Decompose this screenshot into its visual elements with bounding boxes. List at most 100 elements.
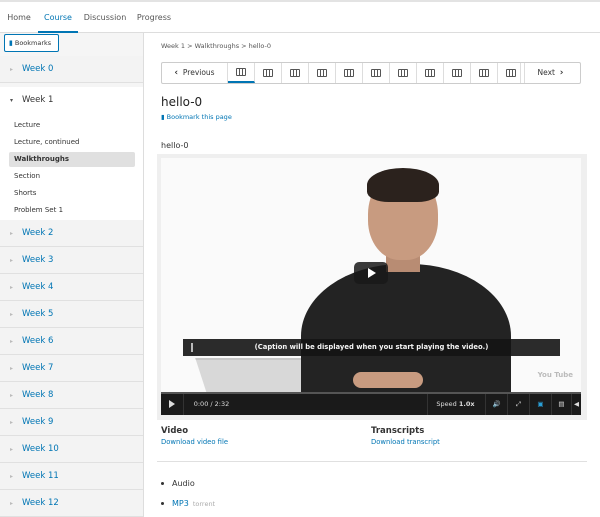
play-icon — [169, 400, 175, 408]
torrent-link[interactable]: torrent — [193, 500, 215, 508]
caption-box: (Caption will be displayed when you star… — [183, 339, 560, 356]
sequence-item-8[interactable] — [417, 63, 444, 83]
sidebar-item-week-4[interactable]: ▸ Week 4 — [0, 274, 143, 301]
chevron-right-icon: ▸ — [10, 392, 14, 399]
divider — [157, 461, 587, 462]
mp3-link[interactable]: MP3 — [172, 499, 189, 508]
sidebar-item-week-10[interactable]: ▸ Week 10 — [0, 436, 143, 463]
chevron-right-icon: ▸ — [10, 473, 14, 480]
fullscreen-icon: ⤢ — [515, 400, 522, 408]
sidebar-item-week-1[interactable]: ▾ Week 1 — [0, 87, 143, 114]
speed-button[interactable]: Speed 1.0x — [427, 394, 483, 415]
transcript-toggle-button[interactable]: ◀ — [571, 394, 581, 415]
video-frame[interactable]: (Caption will be displayed when you star… — [161, 158, 581, 392]
download-video-link[interactable]: Download video file — [161, 438, 228, 446]
sidebar-subitem-problem-set-1[interactable]: Problem Set 1 — [9, 203, 135, 218]
previous-label: Previous — [182, 68, 215, 77]
next-label: Next — [537, 68, 555, 77]
sidebar-item-week-9[interactable]: ▸ Week 9 — [0, 409, 143, 436]
download-transcript-link[interactable]: Download transcript — [371, 438, 440, 446]
caption-text: (Caption will be displayed when you star… — [254, 343, 489, 351]
youtube-watermark: You Tube — [537, 371, 573, 379]
bullet — [161, 502, 164, 505]
hd-icon: ▣ — [537, 400, 544, 408]
play-overlay-button[interactable] — [354, 262, 388, 284]
sidebar-item-week-6[interactable]: ▸ Week 6 — [0, 328, 143, 355]
breadcrumb: Week 1 > Walkthroughs > hello-0 — [161, 42, 271, 50]
next-button[interactable]: Next › — [520, 63, 580, 83]
week-label: Week 8 — [22, 390, 54, 400]
sequence-item-3[interactable] — [282, 63, 309, 83]
sidebar-item-week-7[interactable]: ▸ Week 7 — [0, 355, 143, 382]
sidebar-item-week-11[interactable]: ▸ Week 11 — [0, 463, 143, 490]
volume-icon: 🔊 — [492, 400, 501, 408]
caption-toggle-icon: ◀ — [574, 400, 579, 408]
bookmark-page-link[interactable]: ▮ Bookmark this page — [161, 113, 232, 121]
week-label: Week 6 — [22, 336, 54, 346]
sidebar-item-week-5[interactable]: ▸ Week 5 — [0, 301, 143, 328]
chevron-right-icon: ▸ — [10, 311, 14, 318]
tab-home[interactable]: Home — [0, 4, 38, 33]
sequence-item-2[interactable] — [255, 63, 282, 83]
chevron-right-icon: ▸ — [10, 338, 14, 345]
sidebar-item-week-3[interactable]: ▸ Week 3 — [0, 247, 143, 274]
chevron-right-icon: ▸ — [10, 284, 14, 291]
sidebar-item-week-2[interactable]: ▸ Week 2 — [0, 220, 143, 247]
sidebar-subitem-lecture[interactable]: Lecture — [9, 118, 135, 133]
sequence-item-4[interactable] — [309, 63, 336, 83]
speed-label: Speed — [436, 400, 457, 408]
presenter-hair — [367, 168, 439, 202]
film-icon — [344, 69, 354, 77]
play-button[interactable] — [163, 394, 181, 415]
bookmarks-label: Bookmarks — [14, 39, 52, 47]
sequence-item-10[interactable] — [471, 63, 498, 83]
volume-button[interactable]: 🔊 — [485, 394, 507, 415]
sequence-item-6[interactable] — [363, 63, 390, 83]
sequence-item-1[interactable] — [228, 63, 255, 83]
week-label: Week 3 — [22, 255, 54, 265]
sequence-item-7[interactable] — [390, 63, 417, 83]
week-label: Week 1 — [22, 95, 54, 105]
film-icon — [452, 69, 462, 77]
chevron-right-icon: ▸ — [10, 365, 14, 372]
tab-progress[interactable]: Progress — [132, 4, 176, 33]
chevron-right-icon: ▸ — [10, 230, 14, 237]
bookmark-link-label: Bookmark this page — [166, 113, 232, 121]
week-label: Week 0 — [22, 64, 54, 74]
sidebar-item-week-12[interactable]: ▸ Week 12 — [0, 490, 143, 517]
film-icon — [371, 69, 381, 77]
top-navigation: Home Course Discussion Progress — [0, 0, 600, 33]
sidebar-item-week-8[interactable]: ▸ Week 8 — [0, 382, 143, 409]
sidebar-subitem-walkthroughs[interactable]: Walkthroughs — [9, 152, 135, 167]
chevron-right-icon: ▸ — [10, 257, 14, 264]
drag-handle-icon[interactable] — [191, 343, 193, 352]
cc-button[interactable]: ▤ — [551, 394, 571, 415]
previous-button[interactable]: ‹ Previous — [162, 63, 228, 83]
bullet — [161, 482, 164, 485]
bookmarks-button[interactable]: ▮ Bookmarks — [4, 34, 59, 52]
vertical-title: hello-0 — [161, 141, 189, 150]
week-label: Week 2 — [22, 228, 54, 238]
sequence-item-9[interactable] — [444, 63, 471, 83]
week-label: Week 5 — [22, 309, 54, 319]
hd-button[interactable]: ▣ — [529, 394, 551, 415]
film-icon — [398, 69, 408, 77]
sidebar-subitem-lecture-continued[interactable]: Lecture, continued — [9, 135, 135, 150]
chevron-right-icon: ▸ — [10, 500, 14, 507]
fullscreen-button[interactable]: ⤢ — [507, 394, 529, 415]
transcripts-heading: Transcripts — [371, 426, 425, 436]
page-title: hello-0 — [161, 95, 203, 109]
tab-course[interactable]: Course — [38, 4, 78, 33]
sidebar-subitem-shorts[interactable]: Shorts — [9, 186, 135, 201]
speed-value: 1.0x — [458, 400, 475, 408]
chevron-right-icon: ▸ — [10, 66, 14, 73]
mp3-list-item: MP3 torrent — [161, 499, 215, 508]
film-icon — [263, 69, 273, 77]
sequence-item-5[interactable] — [336, 63, 363, 83]
film-icon — [236, 68, 246, 76]
presenter-hands — [353, 372, 423, 388]
sidebar-item-week-0[interactable]: ▸ Week 0 — [0, 56, 143, 83]
time-display: 0:00 / 2:32 — [183, 394, 239, 415]
tab-discussion[interactable]: Discussion — [80, 4, 130, 33]
sidebar-subitem-section[interactable]: Section — [9, 169, 135, 184]
